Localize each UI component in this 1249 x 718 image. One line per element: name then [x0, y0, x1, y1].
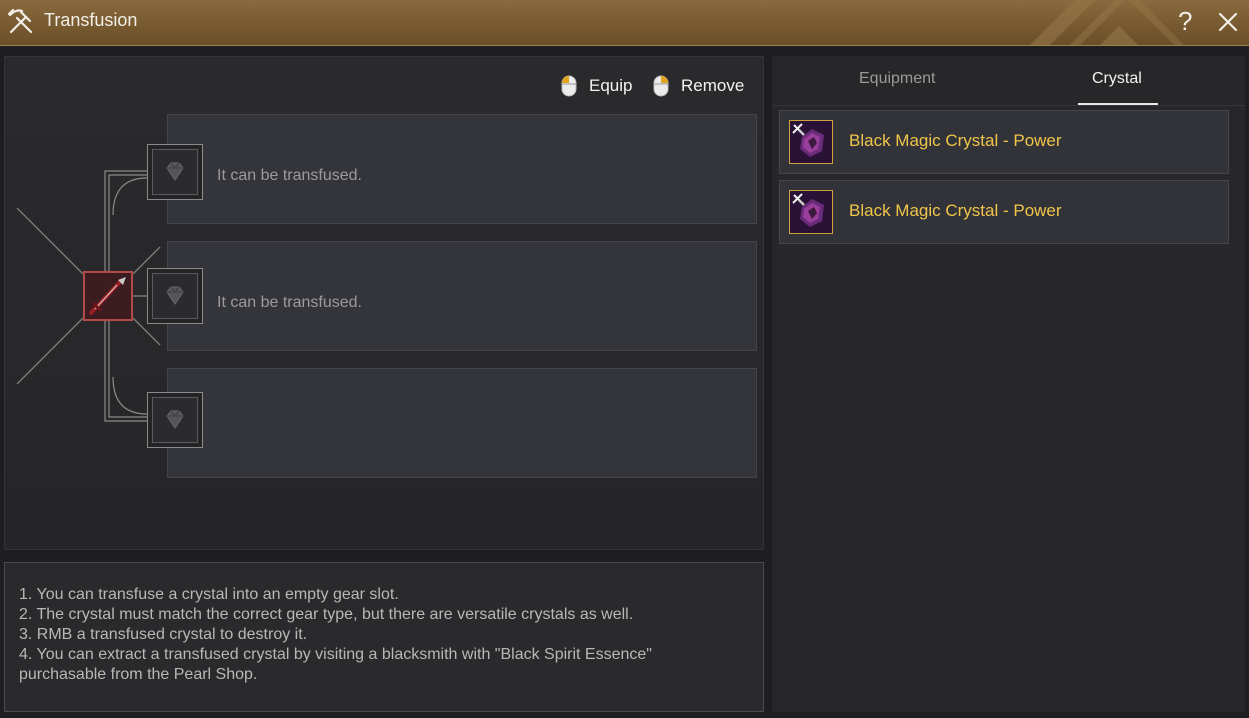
equip-label: Equip	[589, 76, 633, 95]
equip-hint: Equip	[561, 75, 632, 97]
transfuse-panel: Equip Remove It can be transfused. It ca…	[4, 56, 764, 550]
crystal-list-item[interactable]: Black Magic Crystal - Power	[779, 180, 1229, 244]
window-title: Transfusion	[44, 10, 138, 30]
black-magic-crystal-icon	[789, 190, 833, 234]
tab-divider	[772, 105, 1245, 106]
instructions-box: 1. You can transfuse a crystal into an e…	[4, 562, 764, 712]
crystal-socket[interactable]	[147, 392, 203, 448]
weapon-icon	[85, 273, 131, 319]
hammer-pick-icon	[7, 8, 33, 34]
instruction-line: 3. RMB a transfused crystal to destroy i…	[19, 626, 308, 643]
right-mouse-icon	[653, 75, 669, 97]
close-icon[interactable]	[1214, 8, 1242, 36]
crystal-socket[interactable]	[147, 144, 203, 200]
instruction-line: 1. You can transfuse a crystal into an e…	[19, 586, 399, 603]
transfuse-slot-row[interactable]: It can be transfused.	[167, 114, 757, 224]
remove-label: Remove	[681, 76, 745, 95]
instruction-line: 4. You can extract a transfused crystal …	[19, 646, 652, 663]
instruction-line: purchasable from the Pearl Shop.	[19, 666, 258, 683]
remove-hint: Remove	[653, 75, 744, 97]
slot-connector-lines	[16, 170, 161, 422]
black-magic-crystal-icon	[789, 120, 833, 164]
crystal-name: Black Magic Crystal - Power	[849, 131, 1062, 150]
transfuse-slot-row[interactable]	[167, 368, 757, 478]
crystal-list-item[interactable]: Black Magic Crystal - Power	[779, 110, 1229, 174]
crystal-socket-icon	[166, 286, 184, 305]
tab-crystal[interactable]: Crystal	[1092, 70, 1142, 88]
crystal-socket-icon	[166, 410, 184, 429]
crystal-socket-icon	[166, 162, 184, 181]
slot-status-text: It can be transfused.	[217, 167, 362, 184]
help-button[interactable]: ?	[1178, 6, 1192, 37]
instruction-line: 2. The crystal must match the correct ge…	[19, 606, 634, 623]
tab-equipment[interactable]: Equipment	[859, 70, 936, 88]
weapon-slot[interactable]	[83, 271, 133, 321]
crystal-name: Black Magic Crystal - Power	[849, 201, 1062, 220]
crystal-socket[interactable]	[147, 268, 203, 324]
item-list-panel: Equipment Crystal Black Magic Crystal - …	[772, 56, 1245, 712]
left-mouse-icon	[561, 75, 577, 97]
slot-status-text: It can be transfused.	[217, 294, 362, 311]
title-bar: Transfusion ?	[0, 0, 1249, 46]
transfuse-slot-row[interactable]: It can be transfused.	[167, 241, 757, 351]
